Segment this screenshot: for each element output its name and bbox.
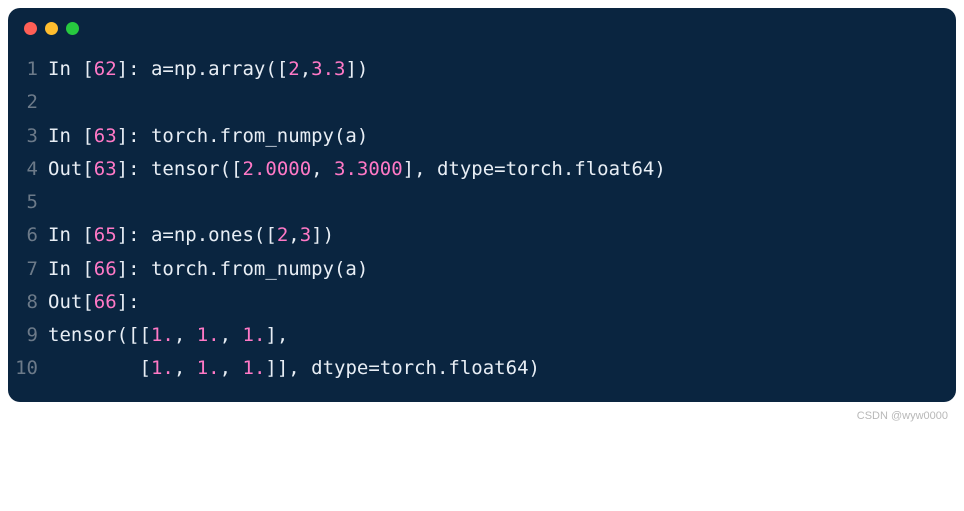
code-token: 66 [94, 291, 117, 313]
code-line: 9tensor([[1., 1., 1.], [8, 319, 956, 352]
terminal-window: 1In [62]: a=np.array([2,3.3])23In [63]: … [8, 8, 956, 402]
line-number: 6 [8, 219, 48, 252]
code-token: 3.3000 [334, 158, 403, 180]
line-number: 8 [8, 286, 48, 319]
title-bar [8, 8, 956, 45]
code-token: In [ [48, 258, 94, 280]
line-number: 1 [8, 53, 48, 86]
code-line: 7In [66]: torch.from_numpy(a) [8, 253, 956, 286]
code-line: 8Out[66]: [8, 286, 956, 319]
code-token: 1. [151, 324, 174, 346]
line-content: Out[63]: tensor([2.0000, 3.3000], dtype=… [48, 153, 666, 186]
code-token: ]) [311, 224, 334, 246]
code-token: Out[ [48, 291, 94, 313]
code-token: 3.3 [311, 58, 345, 80]
code-token: ]], dtype=torch.float64) [265, 357, 540, 379]
code-line: 4Out[63]: tensor([2.0000, 3.3000], dtype… [8, 153, 956, 186]
code-token: In [ [48, 125, 94, 147]
watermark: CSDN @wyw0000 [857, 410, 948, 422]
code-token: ]: torch.from_numpy(a) [117, 258, 369, 280]
code-line: 2 [8, 86, 956, 119]
code-token: ], [265, 324, 288, 346]
code-token: ], dtype=torch.float64) [403, 158, 666, 180]
code-token: , [300, 58, 311, 80]
code-token: 62 [94, 58, 117, 80]
code-token: In [ [48, 58, 94, 80]
code-token: Out[ [48, 158, 94, 180]
line-number: 2 [8, 86, 48, 119]
line-number: 9 [8, 319, 48, 352]
code-token: 63 [94, 125, 117, 147]
code-token: 3 [300, 224, 311, 246]
code-token: , [220, 357, 243, 379]
line-content: tensor([[1., 1., 1.], [48, 319, 288, 352]
line-number: 5 [8, 186, 48, 219]
code-token: 2 [288, 58, 299, 80]
line-number: 3 [8, 120, 48, 153]
code-token: 1. [151, 357, 174, 379]
line-content: In [63]: torch.from_numpy(a) [48, 120, 368, 153]
code-line: 3In [63]: torch.from_numpy(a) [8, 120, 956, 153]
code-area: 1In [62]: a=np.array([2,3.3])23In [63]: … [8, 45, 956, 386]
line-number: 7 [8, 253, 48, 286]
code-token: 63 [94, 158, 117, 180]
code-line: 1In [62]: a=np.array([2,3.3]) [8, 53, 956, 86]
code-token: ]: tensor([ [117, 158, 243, 180]
code-token: 1. [243, 357, 266, 379]
code-token: 65 [94, 224, 117, 246]
code-token: [ [48, 357, 151, 379]
code-token: 2 [277, 224, 288, 246]
code-token: ]: a=np.ones([ [117, 224, 277, 246]
code-token: 66 [94, 258, 117, 280]
code-token: 1. [197, 324, 220, 346]
code-token: , [311, 158, 334, 180]
code-token: , [174, 357, 197, 379]
code-line: 6In [65]: a=np.ones([2,3]) [8, 219, 956, 252]
code-line: 10 [1., 1., 1.]], dtype=torch.float64) [8, 352, 956, 385]
code-token: , [174, 324, 197, 346]
code-token: ]: [117, 291, 140, 313]
line-content: [1., 1., 1.]], dtype=torch.float64) [48, 352, 540, 385]
line-content: In [62]: a=np.array([2,3.3]) [48, 53, 368, 86]
line-content: In [66]: torch.from_numpy(a) [48, 253, 368, 286]
code-token: 1. [243, 324, 266, 346]
code-token: ]: a=np.array([ [117, 58, 289, 80]
line-content: In [65]: a=np.ones([2,3]) [48, 219, 334, 252]
line-number: 4 [8, 153, 48, 186]
code-token: ]) [345, 58, 368, 80]
maximize-icon[interactable] [66, 22, 79, 35]
code-token: tensor([[ [48, 324, 151, 346]
code-line: 5 [8, 186, 956, 219]
code-token: ]: torch.from_numpy(a) [117, 125, 369, 147]
code-token: , [220, 324, 243, 346]
code-token: 1. [197, 357, 220, 379]
close-icon[interactable] [24, 22, 37, 35]
code-token: In [ [48, 224, 94, 246]
line-number: 10 [8, 352, 48, 385]
line-content: Out[66]: [48, 286, 140, 319]
code-token: , [288, 224, 299, 246]
minimize-icon[interactable] [45, 22, 58, 35]
code-token: 2.0000 [243, 158, 312, 180]
